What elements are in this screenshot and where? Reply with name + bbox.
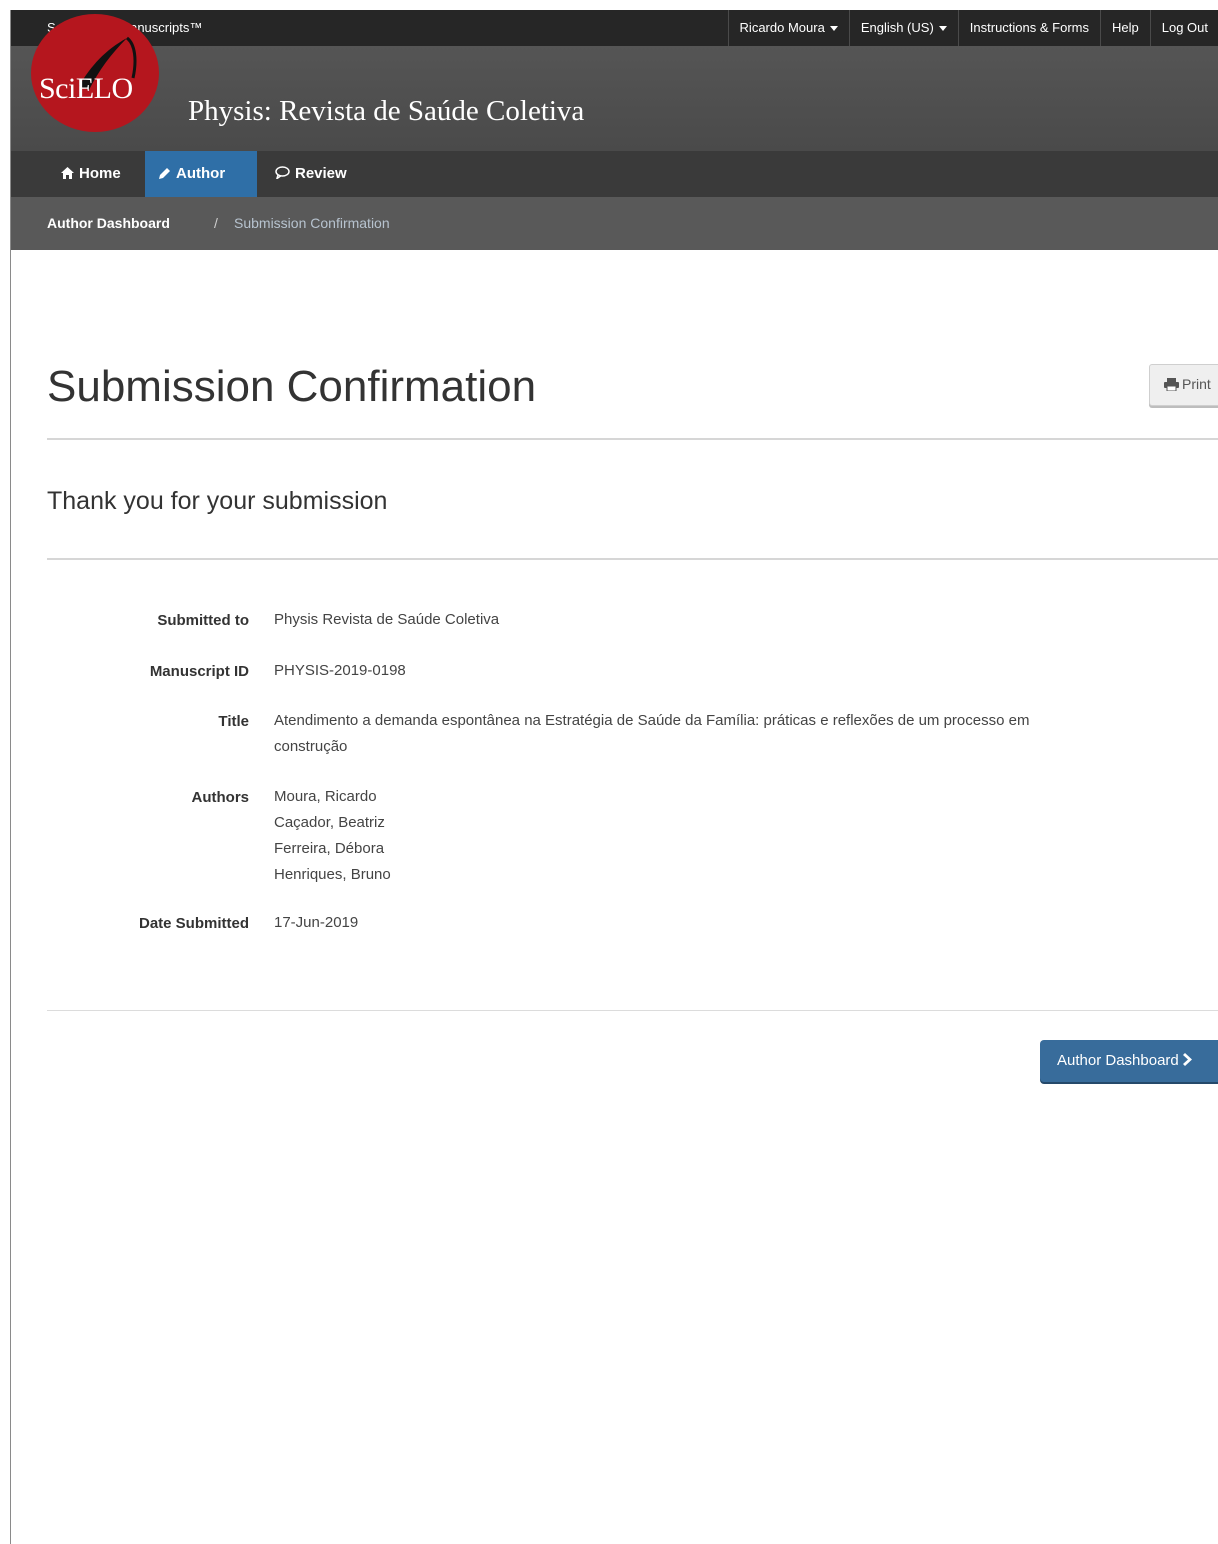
tab-home[interactable]: Home bbox=[55, 151, 127, 197]
user-menu[interactable]: Ricardo Moura bbox=[727, 10, 849, 46]
language-menu[interactable]: English (US) bbox=[848, 10, 958, 46]
chevron-right-icon bbox=[1182, 1053, 1192, 1066]
manuscript-id-label: Manuscript ID bbox=[149, 663, 249, 680]
breadcrumb-author-dashboard[interactable]: Author Dashboard bbox=[47, 197, 170, 250]
page-frame: ScholarOne Manuscripts™ Ricardo Moura En… bbox=[10, 10, 1218, 1544]
authors-list: Moura, Ricardo Caçador, Beatriz Ferreira… bbox=[274, 784, 391, 888]
confirmation-message: Thank you for your submission bbox=[47, 487, 388, 515]
author-item: Ferreira, Débora bbox=[274, 840, 385, 857]
breadcrumb-separator: / bbox=[214, 215, 218, 231]
comment-icon bbox=[275, 166, 290, 181]
title-divider bbox=[47, 438, 1218, 440]
tab-review[interactable]: Review bbox=[275, 151, 347, 197]
authors-label: Authors bbox=[191, 789, 250, 806]
author-item: Henriques, Bruno bbox=[274, 866, 391, 883]
print-button-content: Print bbox=[1164, 376, 1211, 392]
instructions-forms-link[interactable]: Instructions & Forms bbox=[957, 10, 1100, 46]
print-button[interactable]: Print bbox=[1149, 364, 1218, 406]
caret-down-icon bbox=[829, 26, 838, 32]
footer-divider bbox=[47, 1010, 1218, 1011]
author-dashboard-button-content: Author Dashboard bbox=[1057, 1052, 1193, 1069]
language-label: English (US) bbox=[860, 20, 934, 35]
top-navigation: Ricardo Moura English (US) Instructions … bbox=[727, 10, 1218, 46]
caret-down-icon bbox=[938, 26, 947, 32]
help-link[interactable]: Help bbox=[1099, 10, 1150, 46]
printer-icon bbox=[1164, 378, 1179, 392]
logout-link[interactable]: Log Out bbox=[1149, 10, 1218, 46]
message-divider bbox=[47, 558, 1218, 560]
pencil-icon bbox=[159, 168, 170, 179]
title-label: Title bbox=[218, 713, 249, 730]
author-dashboard-button[interactable]: Author Dashboard bbox=[1040, 1040, 1218, 1082]
journal-title: Physis: Revista de Saúde Coletiva bbox=[188, 95, 585, 127]
submitted-to-value: Physis Revista de Saúde Coletiva bbox=[274, 611, 500, 628]
breadcrumb: Author Dashboard / Submission Confirmati… bbox=[11, 197, 1218, 250]
top-bar: ScholarOne Manuscripts™ Ricardo Moura En… bbox=[11, 10, 1218, 46]
tab-home-label: Home bbox=[79, 165, 121, 182]
title-value: Atendimento a demanda espontânea na Estr… bbox=[274, 708, 1204, 760]
user-name: Ricardo Moura bbox=[739, 20, 825, 35]
tab-author-label: Author bbox=[176, 165, 226, 182]
manuscript-id-value: PHYSIS-2019-0198 bbox=[274, 662, 406, 679]
author-item: Moura, Ricardo bbox=[274, 788, 377, 805]
print-label: Print bbox=[1182, 376, 1211, 392]
logo-text: SciELO bbox=[39, 72, 133, 105]
page-title: Submission Confirmation bbox=[47, 362, 537, 411]
title-line-1: Atendimento a demanda espontânea na Estr… bbox=[274, 712, 1030, 729]
home-icon bbox=[61, 167, 74, 179]
date-submitted-label: Date Submitted bbox=[138, 915, 249, 932]
tab-author-content: Author bbox=[159, 151, 225, 197]
tab-review-label: Review bbox=[295, 165, 347, 182]
author-dashboard-label: Author Dashboard bbox=[1057, 1052, 1179, 1069]
main-navigation: Home Author Review bbox=[11, 151, 1218, 197]
date-submitted-value: 17-Jun-2019 bbox=[274, 914, 359, 931]
tab-author[interactable]: Author bbox=[145, 151, 257, 197]
submitted-to-label: Submitted to bbox=[157, 612, 249, 629]
breadcrumb-current: Submission Confirmation bbox=[234, 215, 390, 231]
journal-header: Physis: Revista de Saúde Coletiva bbox=[11, 46, 1218, 151]
title-line-2: construção bbox=[274, 738, 348, 755]
scielo-logo[interactable]: SciELO bbox=[31, 14, 159, 132]
author-item: Caçador, Beatriz bbox=[274, 814, 385, 831]
